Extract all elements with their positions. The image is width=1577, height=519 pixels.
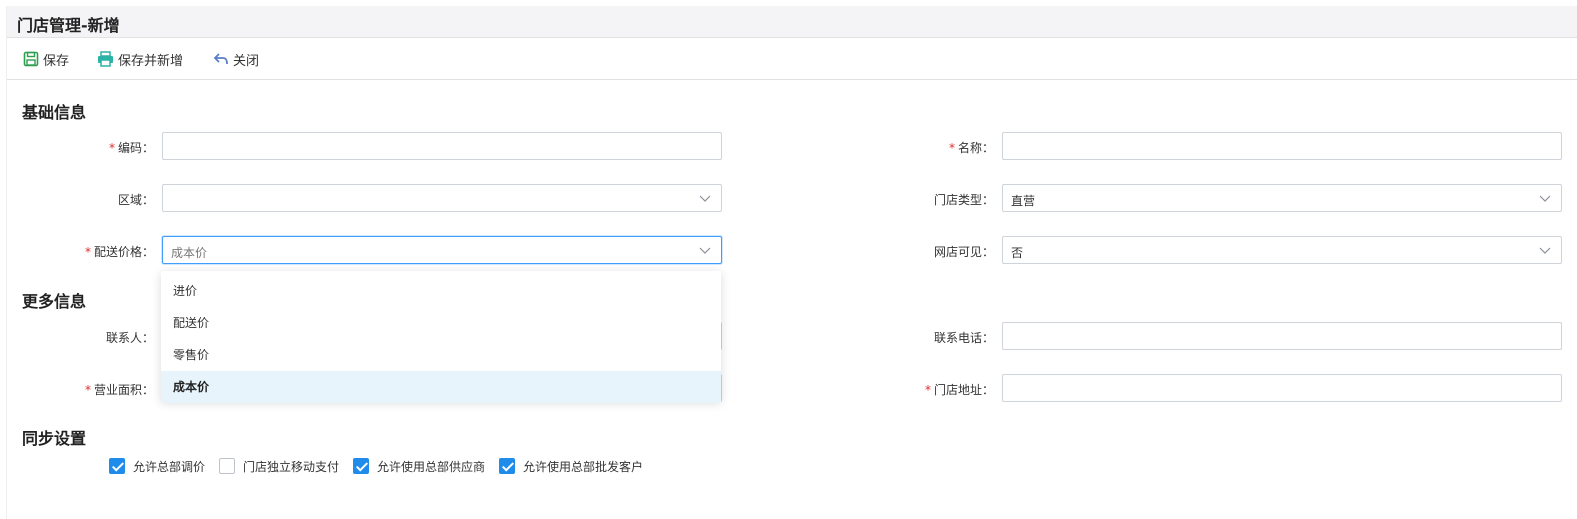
chevron-down-icon <box>699 247 711 254</box>
section-basic-info: 基础信息 <box>22 103 87 122</box>
store-type-value: 直营 <box>1011 194 1036 208</box>
checkbox-label: 允许总部调价 <box>133 459 206 474</box>
required-marker: * <box>84 383 91 397</box>
toolbar: 保存 保存并新增 关闭 <box>7 38 1577 80</box>
delivery-price-value: 成本价 <box>171 246 208 260</box>
online-visible-value: 否 <box>1011 246 1024 260</box>
store-type-select[interactable]: 直营 <box>1002 184 1562 212</box>
delivery-price-dropdown: 进价 配送价 零售价 成本价 <box>161 271 721 403</box>
checkbox[interactable] <box>353 458 370 474</box>
close-label: 关闭 <box>233 53 260 69</box>
sync-option-hq-price-adjust[interactable]: 允许总部调价 <box>109 458 205 475</box>
section-sync-settings: 同步设置 <box>22 429 87 448</box>
delivery-price-select[interactable]: 成本价 <box>162 236 722 264</box>
required-marker: * <box>924 383 931 397</box>
business-area-label: * 营业面积： <box>84 383 154 397</box>
chevron-down-icon <box>1539 247 1551 254</box>
save-and-new-label: 保存并新增 <box>118 53 184 69</box>
required-marker: * <box>84 245 91 259</box>
address-input[interactable] <box>1002 374 1562 402</box>
region-label: 区域： <box>117 193 154 207</box>
code-label: * 编码： <box>108 141 154 155</box>
save-button[interactable]: 保存 <box>23 50 70 69</box>
required-marker: * <box>948 141 955 155</box>
code-input[interactable] <box>162 132 722 160</box>
sync-options: 允许总部调价 门店独立移动支付 允许使用总部供应商 允许使用总部批发客户 <box>109 457 657 475</box>
online-visible-label: 网店可见： <box>933 245 994 259</box>
save-label: 保存 <box>43 53 70 69</box>
checkbox-label: 允许使用总部供应商 <box>377 459 486 474</box>
address-label: * 门店地址： <box>924 383 994 397</box>
online-visible-select[interactable]: 否 <box>1002 236 1562 264</box>
sync-option-independent-mobile-pay[interactable]: 门店独立移动支付 <box>219 458 339 475</box>
checkbox[interactable] <box>219 458 236 474</box>
contact-label: 联系人： <box>105 331 154 345</box>
phone-input[interactable] <box>1002 322 1562 350</box>
region-select[interactable] <box>162 184 722 212</box>
dropdown-option[interactable]: 进价 <box>161 275 721 307</box>
sync-option-hq-wholesale-customers[interactable]: 允许使用总部批发客户 <box>499 458 643 475</box>
phone-label: 联系电话： <box>933 331 994 345</box>
page-title: 门店管理-新增 <box>17 16 120 35</box>
chevron-down-icon <box>699 195 711 202</box>
chevron-down-icon <box>1539 195 1551 202</box>
name-input[interactable] <box>1002 132 1562 160</box>
dropdown-option[interactable]: 配送价 <box>161 307 721 339</box>
undo-icon <box>213 52 229 66</box>
name-label: * 名称： <box>948 141 994 155</box>
sync-option-hq-suppliers[interactable]: 允许使用总部供应商 <box>353 458 485 475</box>
section-more-info: 更多信息 <box>22 292 87 311</box>
checkbox[interactable] <box>109 458 125 474</box>
save-and-new-button[interactable]: 保存并新增 <box>97 50 184 69</box>
store-management-form: 门店管理-新增 保存 保存并新增 关闭 基础信息 *编码： *名称： 区域： <box>6 6 1577 519</box>
required-marker: * <box>108 141 115 155</box>
print-icon <box>97 51 114 67</box>
checkbox-label: 门店独立移动支付 <box>243 459 340 474</box>
save-icon <box>23 51 39 67</box>
dropdown-option-selected[interactable]: 成本价 <box>161 371 721 403</box>
close-button[interactable]: 关闭 <box>213 50 260 69</box>
title-bar: 门店管理-新增 <box>7 6 1577 38</box>
dropdown-option[interactable]: 零售价 <box>161 339 721 371</box>
checkbox-label: 允许使用总部批发客户 <box>523 459 644 474</box>
checkbox[interactable] <box>499 458 516 474</box>
delivery-price-label: * 配送价格： <box>84 245 154 259</box>
store-type-label: 门店类型： <box>933 193 994 207</box>
